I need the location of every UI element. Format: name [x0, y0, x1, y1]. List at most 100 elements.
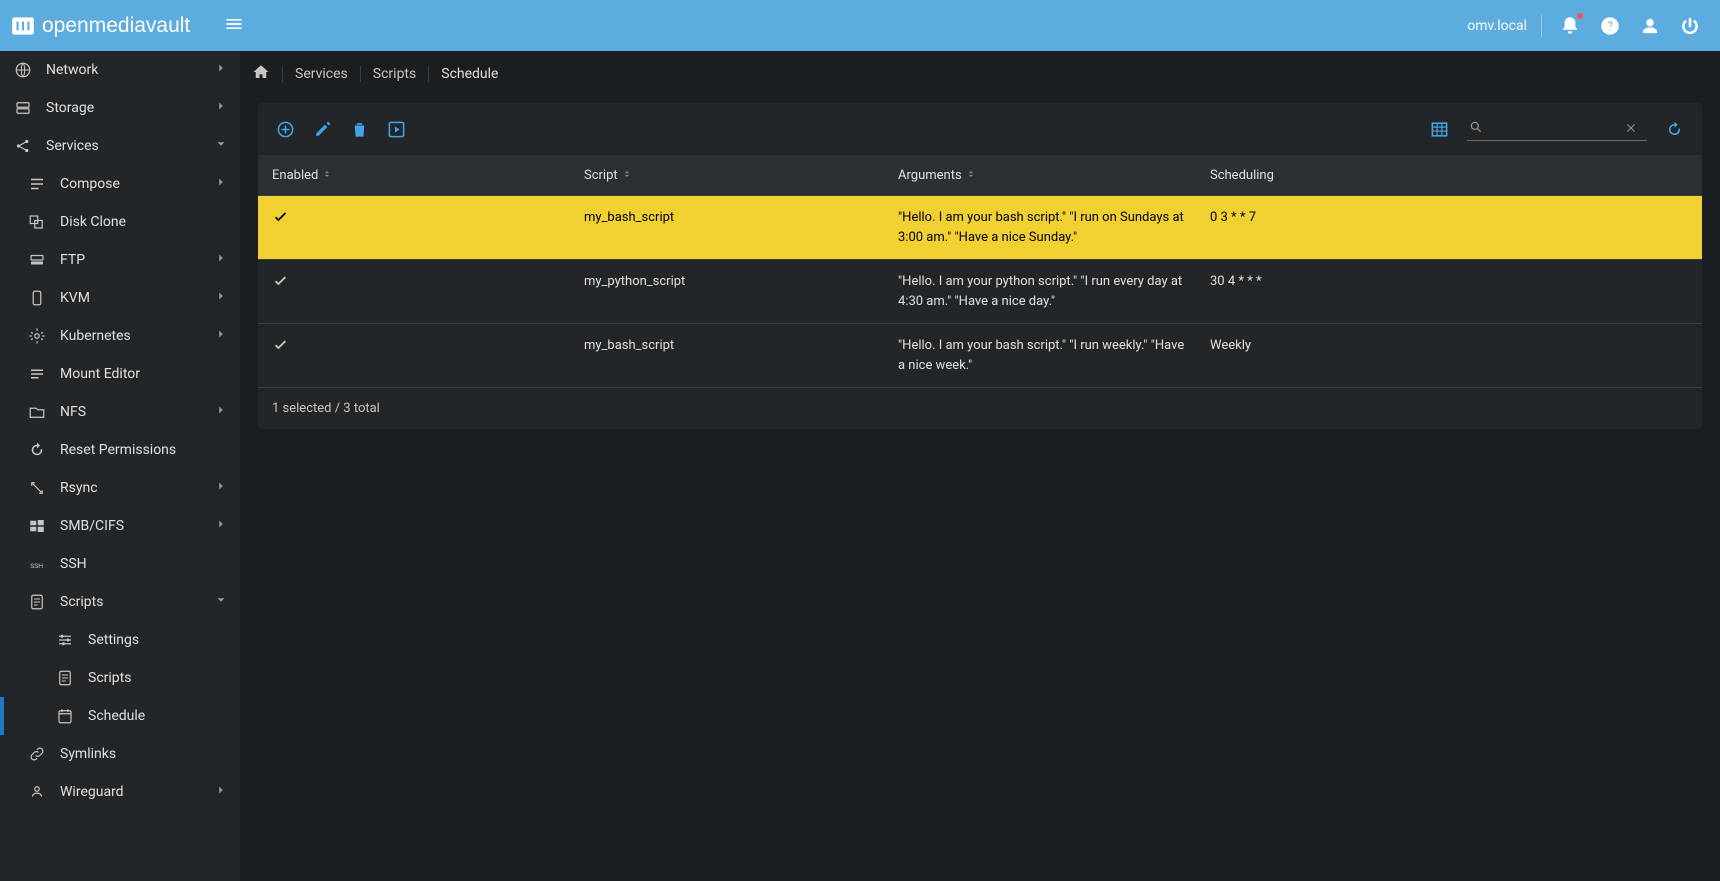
- sidebar-item-disk-clone[interactable]: Disk Clone: [0, 203, 240, 241]
- edit-button[interactable]: [313, 120, 332, 139]
- sidebar-item-kvm[interactable]: KVM: [0, 279, 240, 317]
- app-title: openmediavault: [42, 14, 190, 38]
- windows-icon: [26, 517, 48, 535]
- home-icon[interactable]: [252, 63, 270, 85]
- enabled-check-icon: [272, 272, 584, 296]
- kvm-icon: [26, 289, 48, 307]
- ftp-icon: [26, 251, 48, 269]
- run-button[interactable]: [387, 120, 406, 139]
- rsync-icon: [26, 479, 48, 497]
- chevron-down-icon: [214, 137, 228, 155]
- calendar-icon: [54, 707, 76, 725]
- columns-button[interactable]: [1430, 120, 1449, 139]
- sidebar-item-label: Services: [46, 138, 214, 154]
- breadcrumb-separator: [428, 66, 429, 82]
- column-label: Scheduling: [1210, 168, 1274, 183]
- sidebar-item-reset-permissions[interactable]: Reset Permissions: [0, 431, 240, 469]
- table-footer: 1 selected / 3 total: [258, 387, 1702, 429]
- help-button[interactable]: [1594, 10, 1626, 42]
- sidebar-item-label: KVM: [60, 290, 214, 306]
- sidebar-item-label: NFS: [60, 404, 214, 420]
- sidebar-item-label: Scripts: [88, 670, 228, 686]
- breadcrumb-item[interactable]: Services: [295, 66, 348, 82]
- sidebar: Network Storage Services Compose Disk Cl…: [0, 51, 240, 881]
- sidebar-item-label: SSH: [60, 556, 228, 572]
- chevron-right-icon: [214, 251, 228, 269]
- user-menu-button[interactable]: [1634, 10, 1666, 42]
- table-row[interactable]: my_bash_script "Hello. I am your bash sc…: [258, 195, 1702, 259]
- chevron-right-icon: [214, 327, 228, 345]
- delete-button[interactable]: [350, 120, 369, 139]
- chevron-right-icon: [214, 99, 228, 117]
- column-label: Script: [584, 168, 618, 183]
- column-label: Enabled: [272, 168, 318, 183]
- table-header-row: Enabled Script Arguments Scheduling: [258, 155, 1702, 195]
- sidebar-item-scripts[interactable]: Scripts: [0, 583, 240, 621]
- column-label: Arguments: [898, 168, 962, 183]
- cell-arguments: "Hello. I am your bash script." "I run w…: [898, 336, 1210, 375]
- header-separator: [1541, 15, 1542, 37]
- sidebar-item-ssh[interactable]: SSH SSH: [0, 545, 240, 583]
- sidebar-item-label: Rsync: [60, 480, 214, 496]
- sidebar-item-wireguard[interactable]: Wireguard: [0, 773, 240, 811]
- sidebar-item-scripts-scripts[interactable]: Scripts: [0, 659, 240, 697]
- sidebar-item-kubernetes[interactable]: Kubernetes: [0, 317, 240, 355]
- table-row[interactable]: my_python_script "Hello. I am your pytho…: [258, 259, 1702, 323]
- content-area: Services Scripts Schedule: [240, 51, 1720, 881]
- chevron-right-icon: [214, 289, 228, 307]
- clear-search-button[interactable]: [1625, 119, 1637, 138]
- sidebar-item-compose[interactable]: Compose: [0, 165, 240, 203]
- cell-script: my_python_script: [584, 272, 898, 292]
- chevron-right-icon: [214, 479, 228, 497]
- sidebar-item-mount-editor[interactable]: Mount Editor: [0, 355, 240, 393]
- add-button[interactable]: [276, 120, 295, 139]
- sidebar-item-services[interactable]: Services: [0, 127, 240, 165]
- sidebar-item-label: Settings: [88, 632, 228, 648]
- breadcrumb-separator: [360, 66, 361, 82]
- sliders-icon: [54, 631, 76, 649]
- menu-toggle-button[interactable]: [218, 8, 250, 44]
- cell-script: my_bash_script: [584, 336, 898, 356]
- search-input[interactable]: [1489, 121, 1619, 136]
- breadcrumb: Services Scripts Schedule: [240, 57, 1720, 91]
- sort-icon: [622, 168, 632, 183]
- chevron-down-icon: [214, 593, 228, 611]
- app-logo[interactable]: openmediavault: [10, 13, 190, 39]
- power-button[interactable]: [1674, 10, 1706, 42]
- column-header-enabled[interactable]: Enabled: [272, 168, 584, 183]
- sidebar-item-smb[interactable]: SMB/CIFS: [0, 507, 240, 545]
- sidebar-item-network[interactable]: Network: [0, 51, 240, 89]
- storage-icon: [12, 99, 34, 117]
- breadcrumb-separator: [282, 66, 283, 82]
- sidebar-item-nfs[interactable]: NFS: [0, 393, 240, 431]
- table-row[interactable]: my_bash_script "Hello. I am your bash sc…: [258, 323, 1702, 387]
- search-field[interactable]: [1467, 117, 1647, 141]
- network-icon: [12, 61, 34, 79]
- column-header-arguments[interactable]: Arguments: [898, 168, 1210, 183]
- sidebar-item-label: Mount Editor: [60, 366, 228, 382]
- sidebar-item-scripts-settings[interactable]: Settings: [0, 621, 240, 659]
- sidebar-item-ftp[interactable]: FTP: [0, 241, 240, 279]
- column-header-script[interactable]: Script: [584, 168, 898, 183]
- sidebar-item-label: Disk Clone: [60, 214, 228, 230]
- chevron-right-icon: [214, 517, 228, 535]
- sidebar-item-label: Schedule: [88, 708, 228, 724]
- breadcrumb-item[interactable]: Scripts: [373, 66, 416, 82]
- breadcrumb-item: Schedule: [441, 66, 498, 82]
- toolbar: [258, 103, 1702, 155]
- sidebar-item-rsync[interactable]: Rsync: [0, 469, 240, 507]
- sidebar-item-label: Compose: [60, 176, 214, 192]
- chevron-right-icon: [214, 175, 228, 193]
- sidebar-item-label: Wireguard: [60, 784, 214, 800]
- app-header: openmediavault omv.local: [0, 0, 1720, 51]
- sidebar-item-scripts-schedule[interactable]: Schedule: [0, 697, 240, 735]
- sidebar-item-storage[interactable]: Storage: [0, 89, 240, 127]
- wireguard-icon: [26, 783, 48, 801]
- refresh-button[interactable]: [1665, 120, 1684, 139]
- notifications-button[interactable]: [1554, 10, 1586, 42]
- column-header-scheduling[interactable]: Scheduling: [1210, 168, 1702, 183]
- sidebar-item-symlinks[interactable]: Symlinks: [0, 735, 240, 773]
- cell-arguments: "Hello. I am your python script." "I run…: [898, 272, 1210, 311]
- chevron-right-icon: [214, 403, 228, 421]
- svg-text:SSH: SSH: [30, 562, 43, 570]
